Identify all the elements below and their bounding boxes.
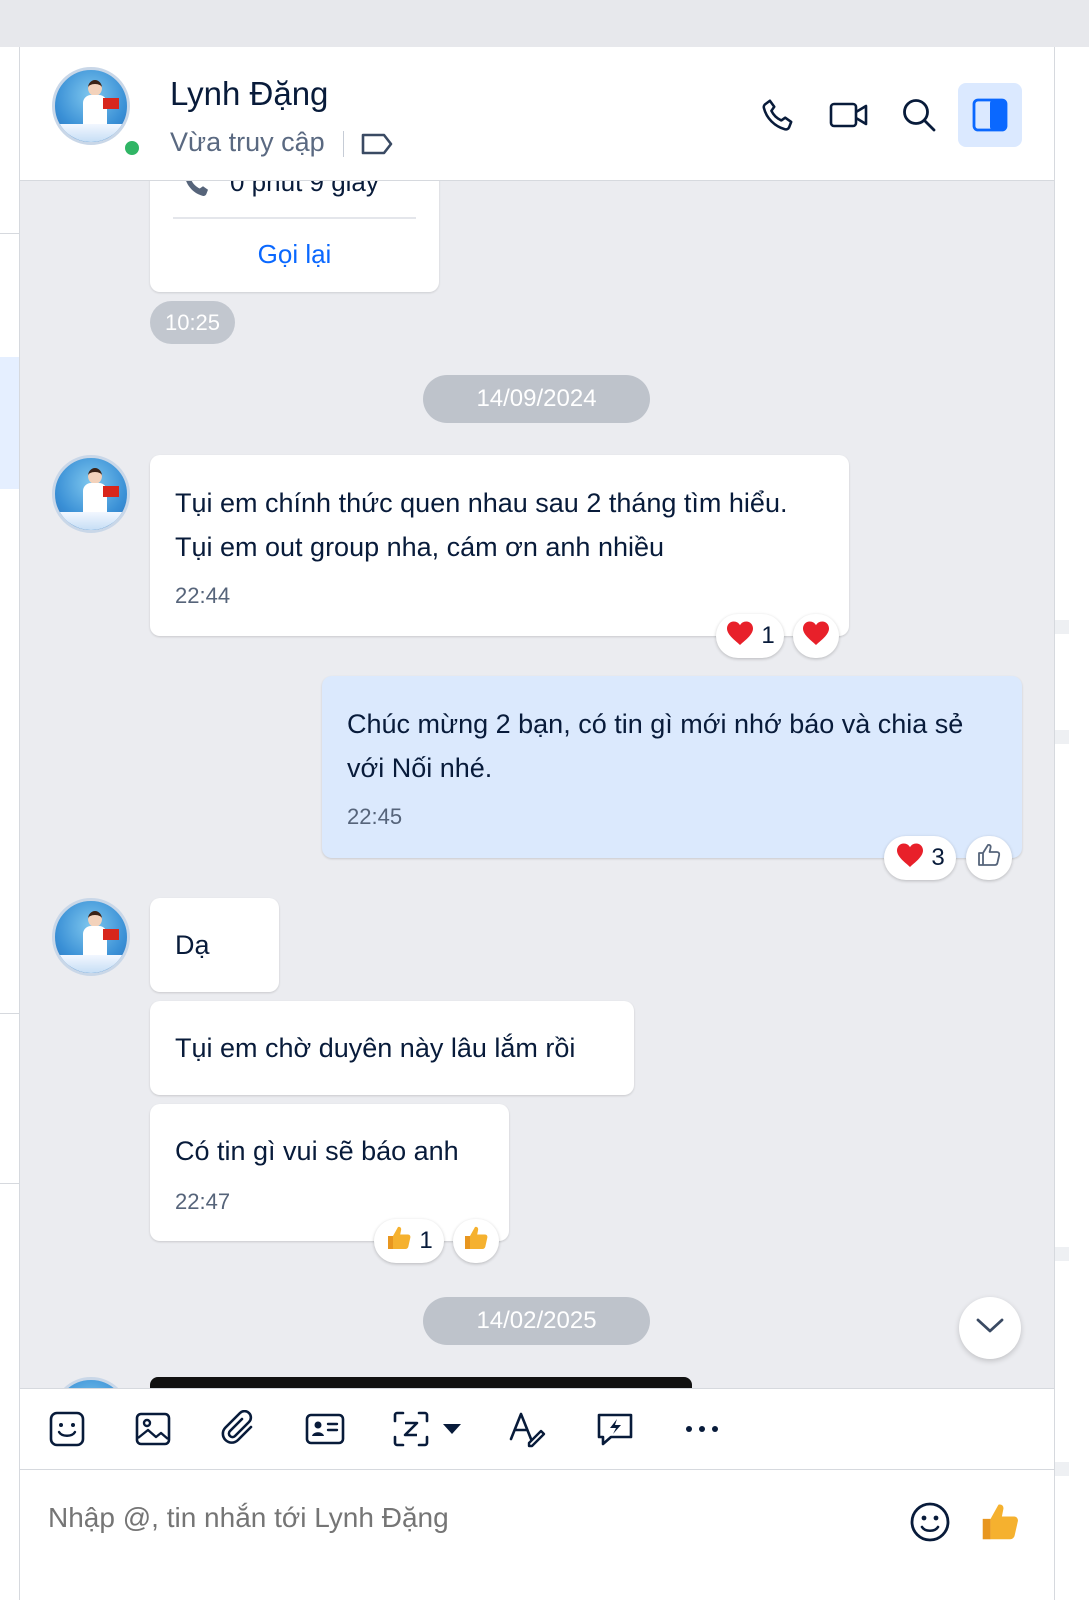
list-divider: [0, 1013, 19, 1014]
phone-icon[interactable]: [746, 83, 810, 147]
incoming-message[interactable]: Dạ: [150, 898, 279, 992]
composer-toolbar: [20, 1388, 1054, 1470]
reaction-count: 1: [761, 622, 775, 649]
last-seen-status: Vừa truy cập: [170, 127, 325, 157]
contact-name[interactable]: Lynh Đặng: [170, 75, 328, 113]
message-text: Tụi em chính thức quen nhau sau 2 tháng …: [175, 488, 788, 562]
react-button[interactable]: [453, 1219, 499, 1263]
react-button[interactable]: [793, 614, 839, 658]
info-panel-edge: [1054, 47, 1089, 1600]
sidebar-panel-icon[interactable]: [958, 83, 1022, 147]
attachment-icon[interactable]: [215, 1405, 263, 1453]
thumbs-up-icon[interactable]: [972, 1494, 1028, 1550]
heart-icon: [725, 620, 755, 653]
message-time: 22:44: [175, 583, 231, 608]
window-top-bar: [0, 0, 1089, 47]
message-composer: [20, 1470, 1054, 1600]
message-text: Tụi em chờ duyên này lâu lắm rồi: [175, 1033, 576, 1063]
list-divider: [0, 1183, 19, 1184]
callback-button[interactable]: Gọi lại: [150, 239, 439, 270]
outgoing-message[interactable]: Chúc mừng 2 bạn, có tin gì mới nhớ báo v…: [322, 676, 1022, 858]
panel-marker: [1055, 730, 1069, 744]
message-input[interactable]: [48, 1502, 868, 1534]
message-text: Có tin gì vui sẽ báo anh: [175, 1136, 459, 1166]
avatar[interactable]: [52, 455, 130, 533]
scroll-to-bottom-button[interactable]: [959, 1297, 1021, 1359]
date-separator: 14/09/2024: [423, 375, 650, 423]
list-divider: [0, 233, 19, 234]
search-icon[interactable]: [887, 83, 951, 147]
message-time: 22:45: [347, 804, 403, 829]
thumbs-up-outline-icon: [976, 842, 1002, 875]
panel-marker: [1055, 1247, 1069, 1261]
conversation-list-edge: [0, 47, 20, 1600]
chat-panel: Lynh Đặng Vừa truy cập 0 phút 9 giây Gọi…: [20, 47, 1054, 1600]
avatar[interactable]: [52, 898, 130, 976]
reaction-summary[interactable]: 1: [716, 614, 784, 658]
panel-marker: [1055, 620, 1069, 634]
message-time: 10:25: [150, 301, 235, 344]
message-text: Chúc mừng 2 bạn, có tin gì mới nhớ báo v…: [347, 709, 964, 783]
divider: [343, 131, 344, 157]
incoming-message[interactable]: Tụi em chờ duyên này lâu lắm rồi: [150, 1001, 634, 1095]
reaction-count: 3: [931, 844, 945, 871]
thumbs-up-icon: [385, 1224, 413, 1259]
incoming-message[interactable]: Có tin gì vui sẽ báo anh 22:47: [150, 1104, 509, 1241]
incoming-message[interactable]: Tụi em chính thức quen nhau sau 2 tháng …: [150, 455, 849, 636]
caret-down-icon[interactable]: [437, 1405, 467, 1453]
reaction-summary[interactable]: 1: [374, 1219, 444, 1263]
more-icon[interactable]: [678, 1405, 726, 1453]
chat-header: Lynh Đặng Vừa truy cập: [20, 47, 1054, 181]
message-time: 22:47: [175, 1189, 231, 1214]
message-text: Dạ: [175, 930, 210, 960]
react-button[interactable]: [966, 836, 1012, 880]
sticker-icon[interactable]: [43, 1405, 91, 1453]
heart-icon: [895, 842, 925, 875]
screenshot-icon[interactable]: [387, 1405, 435, 1453]
image-icon[interactable]: [129, 1405, 177, 1453]
video-call-icon[interactable]: [817, 83, 881, 147]
emoji-icon[interactable]: [902, 1494, 958, 1550]
online-status-dot: [122, 138, 142, 158]
date-separator: 14/02/2025: [423, 1297, 650, 1345]
tag-label-icon[interactable]: [360, 131, 394, 157]
avatar[interactable]: [52, 67, 130, 145]
text-format-icon[interactable]: [503, 1405, 551, 1453]
panel-marker: [1055, 1462, 1069, 1476]
reaction-count: 1: [419, 1227, 433, 1254]
reaction-summary[interactable]: 3: [884, 836, 956, 880]
quick-message-icon[interactable]: [591, 1405, 639, 1453]
divider: [173, 217, 416, 219]
selected-conversation-highlight[interactable]: [0, 357, 19, 489]
thumbs-up-icon: [462, 1224, 490, 1259]
heart-icon: [801, 620, 831, 653]
chevron-down-icon: [975, 1317, 1005, 1340]
contact-card-icon[interactable]: [301, 1405, 349, 1453]
